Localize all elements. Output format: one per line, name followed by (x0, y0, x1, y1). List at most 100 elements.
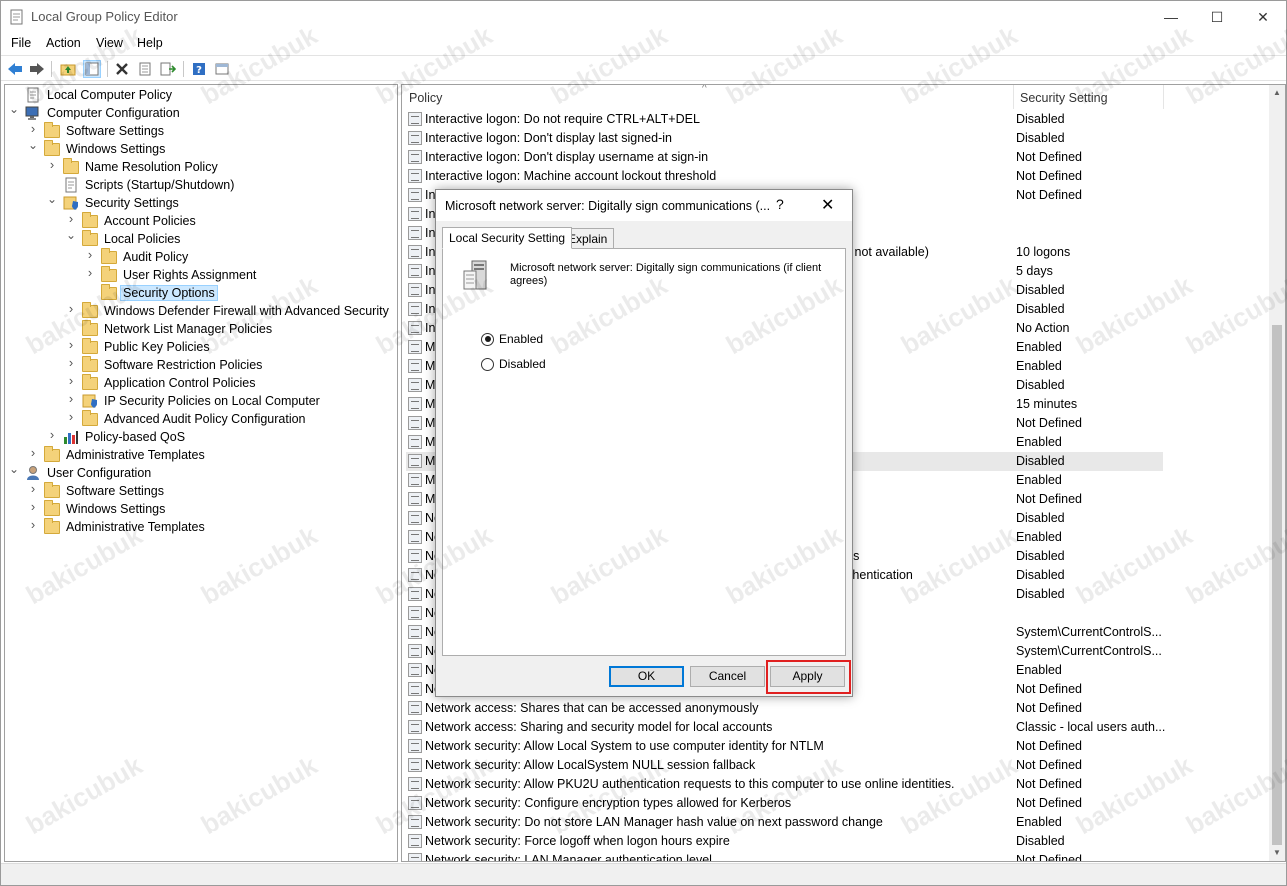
chevron-right-icon[interactable]: › (28, 122, 38, 135)
policy-setting: 10 logons (1016, 245, 1071, 259)
folder-icon (101, 284, 117, 301)
radio-disabled-button[interactable] (481, 357, 494, 371)
policy-setting: Not Defined (1016, 777, 1083, 791)
export-list-icon[interactable] (159, 60, 177, 78)
table-row[interactable]: Interactive logon: Don't display last si… (406, 129, 1166, 148)
chevron-right-icon[interactable]: › (66, 356, 76, 369)
menu-help[interactable]: Help (137, 36, 163, 50)
scroll-up-arrow-icon[interactable]: ▲ (1269, 85, 1285, 101)
minimize-button[interactable]: — (1148, 1, 1194, 33)
policy-setting: 5 days (1016, 264, 1053, 278)
policy-name: Interactive logon: Do not require CTRL+A… (425, 112, 700, 126)
forward-arrow-icon[interactable] (28, 60, 46, 78)
chevron-down-icon[interactable]: ⌄ (47, 193, 57, 205)
chevron-down-icon[interactable]: ⌄ (28, 139, 38, 151)
chevron-right-icon[interactable]: › (28, 446, 38, 459)
dialog-close-icon[interactable]: ✕ (821, 195, 834, 215)
close-button[interactable]: ✕ (1240, 1, 1286, 33)
policy-name: Network security: Allow PKU2U authentica… (425, 777, 955, 791)
table-row[interactable]: Interactive logon: Machine account locko… (406, 167, 1166, 186)
chevron-down-icon[interactable]: ⌄ (66, 229, 76, 241)
radio-disabled[interactable]: Disabled (481, 356, 546, 372)
tree-item-label: Public Key Policies (104, 340, 210, 354)
tree-item-label: Network List Manager Policies (104, 322, 273, 336)
table-row[interactable]: Network access: Sharing and security mod… (406, 718, 1166, 737)
chevron-down-icon[interactable]: ⌄ (9, 463, 19, 475)
chevron-right-icon[interactable]: › (66, 212, 76, 225)
table-row[interactable]: Network security: Allow PKU2U authentica… (406, 775, 1166, 794)
chevron-right-icon[interactable]: › (66, 338, 76, 351)
vertical-scrollbar[interactable]: ▲ ▼ (1269, 85, 1285, 861)
dialog-help-icon[interactable]: ? (776, 196, 784, 212)
properties-icon[interactable] (136, 60, 154, 78)
radio-enabled[interactable]: Enabled (481, 331, 543, 347)
chevron-right-icon[interactable]: › (66, 374, 76, 387)
policy-name: Interactive logon: Don't display usernam… (425, 150, 709, 164)
close-icon: ✕ (1257, 8, 1269, 25)
delete-icon[interactable] (113, 60, 131, 78)
folder-icon (82, 374, 98, 391)
tree-item-label: Local Computer Policy (47, 88, 173, 102)
column-header-setting[interactable]: Security Setting (1014, 85, 1164, 109)
folder-icon (44, 140, 60, 157)
table-row[interactable]: Network security: Allow LocalSystem NULL… (406, 756, 1166, 775)
scrollbar-thumb[interactable] (1272, 325, 1282, 845)
chevron-right-icon[interactable]: › (47, 428, 57, 441)
back-arrow-icon[interactable] (6, 60, 24, 78)
tree-item-label: Name Resolution Policy (85, 160, 218, 174)
ok-button[interactable]: OK (609, 666, 684, 687)
tree-item-label: User Rights Assignment (123, 268, 257, 282)
menu-file[interactable]: File (11, 36, 31, 50)
policy-setting: Not Defined (1016, 701, 1083, 715)
tree-item-label: IP Security Policies on Local Computer (104, 394, 320, 408)
policy-icon (408, 587, 422, 601)
tree-item-label: Audit Policy (123, 250, 189, 264)
chevron-right-icon[interactable]: › (66, 410, 76, 423)
menu-bar: File Action View Help (1, 33, 1286, 53)
policy-name: Network security: Do not store LAN Manag… (425, 815, 883, 829)
up-folder-icon[interactable] (59, 60, 77, 78)
chevron-right-icon[interactable]: › (47, 158, 57, 171)
column-header-policy[interactable]: Policy ^ (402, 85, 1014, 109)
table-row[interactable]: Network security: LAN Manager authentica… (406, 851, 1166, 861)
table-row[interactable]: Network security: Allow Local System to … (406, 737, 1166, 756)
policy-setting: Not Defined (1016, 169, 1083, 183)
folder-icon (82, 302, 98, 319)
menu-view[interactable]: View (96, 36, 123, 50)
folder-icon (82, 320, 98, 337)
menu-action[interactable]: Action (46, 36, 81, 50)
table-row[interactable]: Network security: Force logoff when logo… (406, 832, 1166, 851)
policy-icon (408, 663, 422, 677)
chevron-right-icon[interactable]: › (85, 266, 95, 279)
show-hide-tree-icon[interactable] (83, 60, 101, 78)
chevron-right-icon[interactable]: › (85, 248, 95, 261)
radio-enabled-button[interactable] (481, 332, 494, 346)
policy-setting: Not Defined (1016, 758, 1083, 772)
chevron-right-icon[interactable]: › (28, 500, 38, 513)
policy-icon (408, 112, 422, 126)
chevron-right-icon[interactable]: › (28, 482, 38, 495)
maximize-button[interactable]: ☐ (1194, 1, 1240, 33)
table-row[interactable]: Interactive logon: Do not require CTRL+A… (406, 110, 1166, 129)
chevron-down-icon[interactable]: ⌄ (9, 103, 19, 115)
tree-item-label: User Configuration (47, 466, 152, 480)
policy-icon (408, 131, 422, 145)
help-icon[interactable]: ? (190, 60, 208, 78)
table-row[interactable]: Network access: Shares that can be acces… (406, 699, 1166, 718)
chevron-right-icon[interactable]: › (66, 302, 76, 315)
folder-icon (44, 122, 60, 139)
policy-description: Microsoft network server: Digitally sign… (510, 262, 822, 287)
policy-icon (408, 568, 422, 582)
view-icon[interactable] (213, 60, 231, 78)
policy-icon (408, 606, 422, 620)
chevron-right-icon[interactable]: › (28, 518, 38, 531)
policy-setting: Not Defined (1016, 188, 1083, 202)
scroll-down-arrow-icon[interactable]: ▼ (1269, 845, 1285, 861)
cancel-button[interactable]: Cancel (690, 666, 765, 687)
table-row[interactable]: Network security: Configure encryption t… (406, 794, 1166, 813)
table-row[interactable]: Interactive logon: Don't display usernam… (406, 148, 1166, 167)
table-row[interactable]: Network security: Do not store LAN Manag… (406, 813, 1166, 832)
console-tree[interactable]: Local Computer Policy ⌄ Computer Configura… (4, 84, 398, 862)
chevron-right-icon[interactable]: › (66, 392, 76, 405)
tab-local-security-setting[interactable]: Local Security Setting (442, 227, 573, 249)
